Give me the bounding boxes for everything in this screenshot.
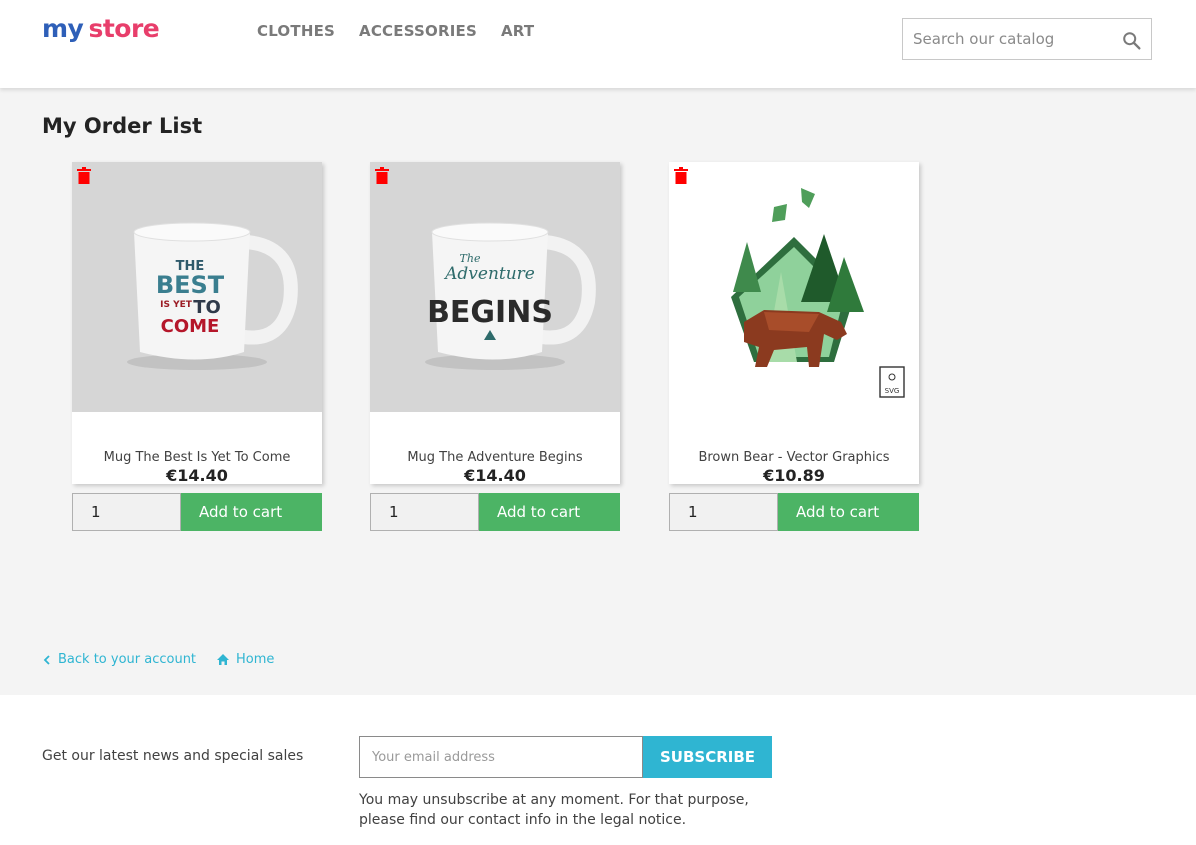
product-card: THE BEST IS YET TO COME Mug The Best Is … — [72, 162, 322, 485]
add-to-cart-button[interactable]: Add to cart — [778, 493, 919, 531]
svg-badge-text: SVG — [885, 387, 900, 395]
store-logo[interactable]: my store — [42, 14, 160, 48]
subscribe-button[interactable]: SUBSCRIBE — [643, 736, 772, 778]
product-card: The Adventure BEGINS Mug The Adventure B… — [370, 162, 620, 485]
product-price: €10.89 — [763, 466, 825, 485]
home-link[interactable]: Home — [216, 652, 274, 667]
home-icon — [217, 654, 230, 665]
add-to-cart-button[interactable]: Add to cart — [181, 493, 322, 531]
product-name[interactable]: Mug The Best Is Yet To Come — [72, 450, 322, 465]
unsubscribe-note: You may unsubscribe at any moment. For t… — [359, 792, 749, 828]
mug-text-come: COME — [161, 316, 220, 337]
product-name[interactable]: Brown Bear - Vector Graphics — [669, 450, 919, 465]
nav-accessories[interactable]: ACCESSORIES — [359, 22, 477, 40]
back-to-account-label: Back to your account — [58, 652, 197, 667]
quantity-input[interactable] — [72, 493, 181, 531]
search-box — [902, 18, 1152, 60]
search-input[interactable] — [903, 19, 1103, 59]
product-image[interactable]: THE BEST IS YET TO COME — [72, 162, 322, 412]
mug-text-isyet: IS YET — [160, 300, 193, 310]
mug-text-begins: BEGINS — [427, 295, 553, 330]
product-price: €14.40 — [464, 466, 526, 485]
trash-icon[interactable] — [375, 167, 389, 184]
product-price: €14.40 — [166, 466, 228, 485]
newsletter-section: Get our latest news and special sales SU… — [0, 695, 1196, 845]
mug-text-best: BEST — [156, 271, 225, 299]
trash-icon[interactable] — [77, 167, 91, 184]
product-image[interactable]: The Adventure BEGINS — [370, 162, 620, 412]
logo-text-store: store — [88, 14, 160, 43]
site-header: my store CLOTHES ACCESSORIES ART — [0, 0, 1196, 88]
trash-icon[interactable] — [674, 167, 688, 184]
product-name[interactable]: Mug The Adventure Begins — [370, 450, 620, 465]
account-links: Back to your account Home — [42, 652, 274, 667]
search-icon[interactable] — [1121, 30, 1143, 52]
nav-clothes[interactable]: CLOTHES — [257, 22, 335, 40]
logo-text-my: my — [42, 14, 84, 43]
add-to-cart-button[interactable]: Add to cart — [479, 493, 620, 531]
quantity-input[interactable] — [370, 493, 479, 531]
mug-text-to: TO — [193, 297, 221, 318]
chevron-left-icon — [43, 654, 50, 665]
product-card: SVG Brown Bear - Vector Graphics €10.89 — [669, 162, 919, 485]
newsletter-label: Get our latest news and special sales — [42, 748, 304, 764]
quantity-input[interactable] — [669, 493, 778, 531]
main-nav: CLOTHES ACCESSORIES ART — [257, 22, 558, 40]
back-to-account-link[interactable]: Back to your account — [42, 652, 196, 667]
mug-text-adventure: Adventure — [443, 264, 535, 284]
page-title: My Order List — [42, 114, 203, 138]
nav-art[interactable]: ART — [501, 22, 534, 40]
home-label: Home — [236, 652, 275, 667]
email-field[interactable] — [359, 736, 643, 778]
product-image[interactable]: SVG — [669, 162, 919, 412]
